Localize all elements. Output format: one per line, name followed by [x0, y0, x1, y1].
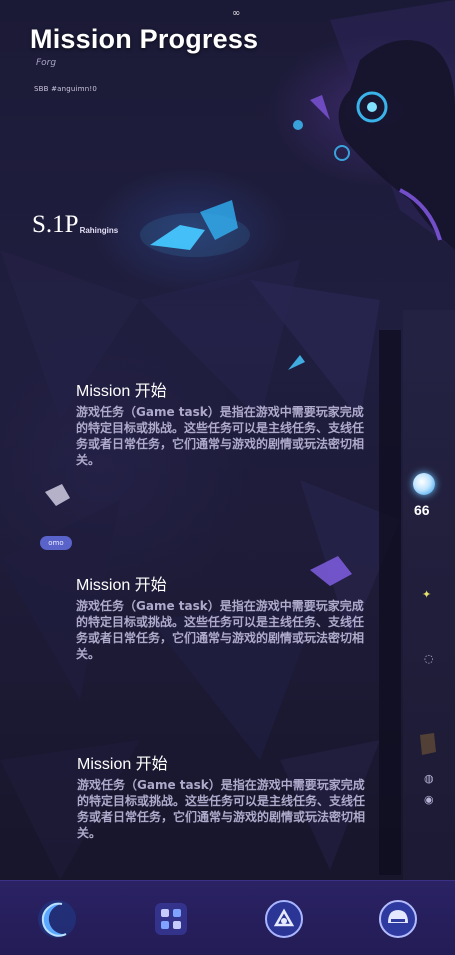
spark-icon[interactable]: ✦	[422, 588, 431, 601]
page-title: Mission Progress	[30, 24, 259, 54]
side-panel	[379, 330, 401, 875]
app-screen: ∞ Mission Progress Forg SBB #anguimn!0 S…	[0, 0, 455, 955]
tag-chip[interactable]: omo	[40, 536, 72, 550]
mission-card[interactable]: Mission 开始 游戏任务（Game task）是指在游戏中需要玩家完成的特…	[76, 571, 366, 662]
stat-value: S.1P	[32, 211, 79, 238]
nav-moon-button[interactable]	[35, 897, 79, 941]
stat-unit: Rahingins	[79, 226, 119, 235]
nav-skill-button[interactable]	[262, 897, 306, 941]
caption: SBB #anguimn!0	[34, 85, 98, 93]
stat-block: S.1P Rahingins	[32, 212, 118, 237]
mission-card[interactable]: Mission 开始 游戏任务（Game task）是指在游戏中需要玩家完成的特…	[77, 750, 367, 841]
mission-title: Mission 开始	[77, 756, 168, 773]
coin-icon[interactable]: ◍	[424, 772, 434, 785]
nav-inventory-button[interactable]	[149, 897, 193, 941]
skill-icon	[265, 899, 304, 938]
bottom-nav	[0, 880, 455, 955]
inventory-icon	[154, 902, 187, 935]
mission-description: 游戏任务（Game task）是指在游戏中需要玩家完成的特定目标或挑战。这些任务…	[76, 405, 365, 467]
mission-title: Mission 开始	[76, 383, 167, 400]
orb-icon[interactable]	[413, 473, 435, 495]
subtitle: Forg	[36, 58, 57, 68]
moon-crescent-icon	[37, 899, 76, 938]
rail-count: 66	[414, 502, 430, 518]
top-marker: ∞	[232, 8, 241, 19]
mission-description: 游戏任务（Game task）是指在游戏中需要玩家完成的特定目标或挑战。这些任务…	[77, 778, 366, 840]
mission-title: Mission 开始	[76, 577, 167, 594]
mission-card[interactable]: Mission 开始 游戏任务（Game task）是指在游戏中需要玩家完成的特…	[76, 377, 366, 468]
helmet-icon	[379, 899, 418, 938]
swirl-icon[interactable]: ◌	[424, 652, 434, 665]
eye-icon[interactable]: ◉	[424, 793, 434, 806]
mission-description: 游戏任务（Game task）是指在游戏中需要玩家完成的特定目标或挑战。这些任务…	[76, 599, 365, 661]
nav-helmet-button[interactable]	[376, 897, 420, 941]
